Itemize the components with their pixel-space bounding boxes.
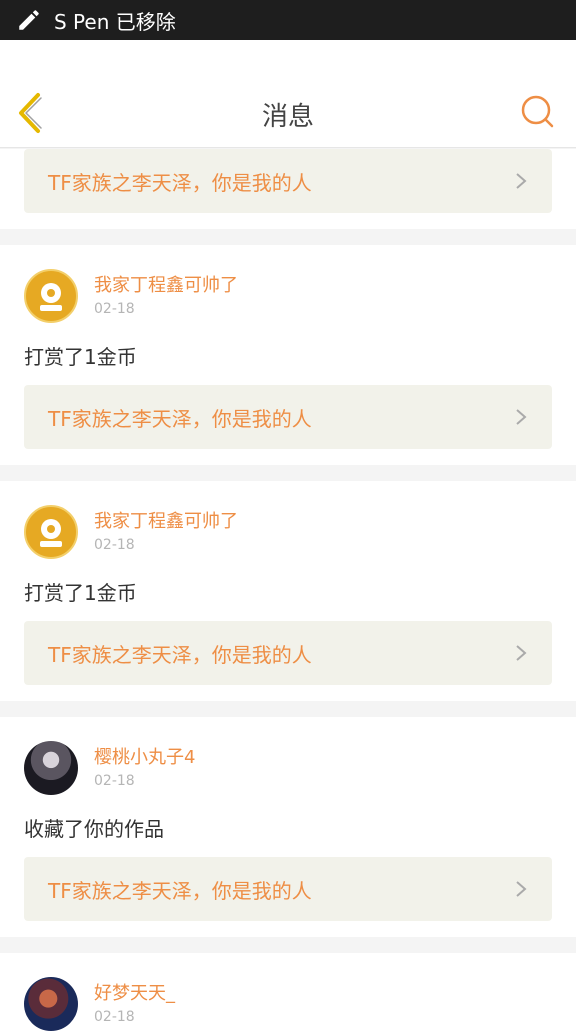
message-card: 我家丁程鑫可帅了 02-18 打赏了1金币 TF家族之李天泽，你是我的人 [0, 245, 576, 465]
user-row[interactable]: 我家丁程鑫可帅了 02-18 [24, 245, 552, 323]
work-title: TF家族之李天泽，你是我的人 [48, 406, 312, 431]
avatar[interactable] [24, 269, 78, 323]
user-name: 我家丁程鑫可帅了 [94, 275, 238, 296]
user-name: 我家丁程鑫可帅了 [94, 511, 238, 532]
status-bar: S Pen 已移除 [0, 0, 576, 40]
work-title: TF家族之李天泽，你是我的人 [48, 170, 312, 195]
chevron-right-icon [516, 645, 527, 661]
chevron-right-icon [516, 881, 527, 897]
user-name: 樱桃小丸子4 [94, 747, 196, 768]
message-date: 02-18 [94, 1009, 135, 1025]
work-link[interactable]: TF家族之李天泽，你是我的人 [24, 621, 552, 685]
avatar[interactable] [24, 977, 78, 1031]
work-title: TF家族之李天泽，你是我的人 [48, 642, 312, 667]
status-text: S Pen 已移除 [54, 9, 176, 34]
message-list: TF家族之李天泽，你是我的人 我家丁程鑫可帅了 02-18 打赏了1金币 TF家… [0, 149, 576, 1031]
user-name: 好梦天天_ [94, 983, 175, 1004]
work-title: TF家族之李天泽，你是我的人 [48, 878, 312, 903]
message-date: 02-18 [94, 773, 135, 789]
action-text: 打赏了1金币 [24, 345, 137, 369]
message-date: 02-18 [94, 537, 135, 553]
work-link[interactable]: TF家族之李天泽，你是我的人 [24, 385, 552, 449]
avatar[interactable] [24, 741, 78, 795]
user-row[interactable]: 樱桃小丸子4 02-18 [24, 717, 552, 795]
message-card: TF家族之李天泽，你是我的人 [0, 149, 576, 229]
pen-icon [19, 10, 39, 30]
chevron-right-icon [516, 173, 527, 189]
user-row[interactable]: 我家丁程鑫可帅了 02-18 [24, 481, 552, 559]
user-row[interactable]: 好梦天天_ 02-18 [24, 953, 552, 1031]
avatar[interactable] [24, 505, 78, 559]
page-title: 消息 [261, 102, 314, 132]
action-text: 收藏了你的作品 [24, 817, 164, 841]
search-icon[interactable] [520, 94, 554, 128]
work-link[interactable]: TF家族之李天泽，你是我的人 [24, 857, 552, 921]
work-link[interactable]: TF家族之李天泽，你是我的人 [24, 149, 552, 213]
action-text: 打赏了1金币 [24, 581, 137, 605]
message-card: 好梦天天_ 02-18 [0, 953, 576, 1031]
message-card: 樱桃小丸子4 02-18 收藏了你的作品 TF家族之李天泽，你是我的人 [0, 717, 576, 937]
message-card: 我家丁程鑫可帅了 02-18 打赏了1金币 TF家族之李天泽，你是我的人 [0, 481, 576, 701]
app-bar: 消息 [0, 40, 576, 148]
chevron-right-icon [516, 409, 527, 425]
message-date: 02-18 [94, 301, 135, 317]
